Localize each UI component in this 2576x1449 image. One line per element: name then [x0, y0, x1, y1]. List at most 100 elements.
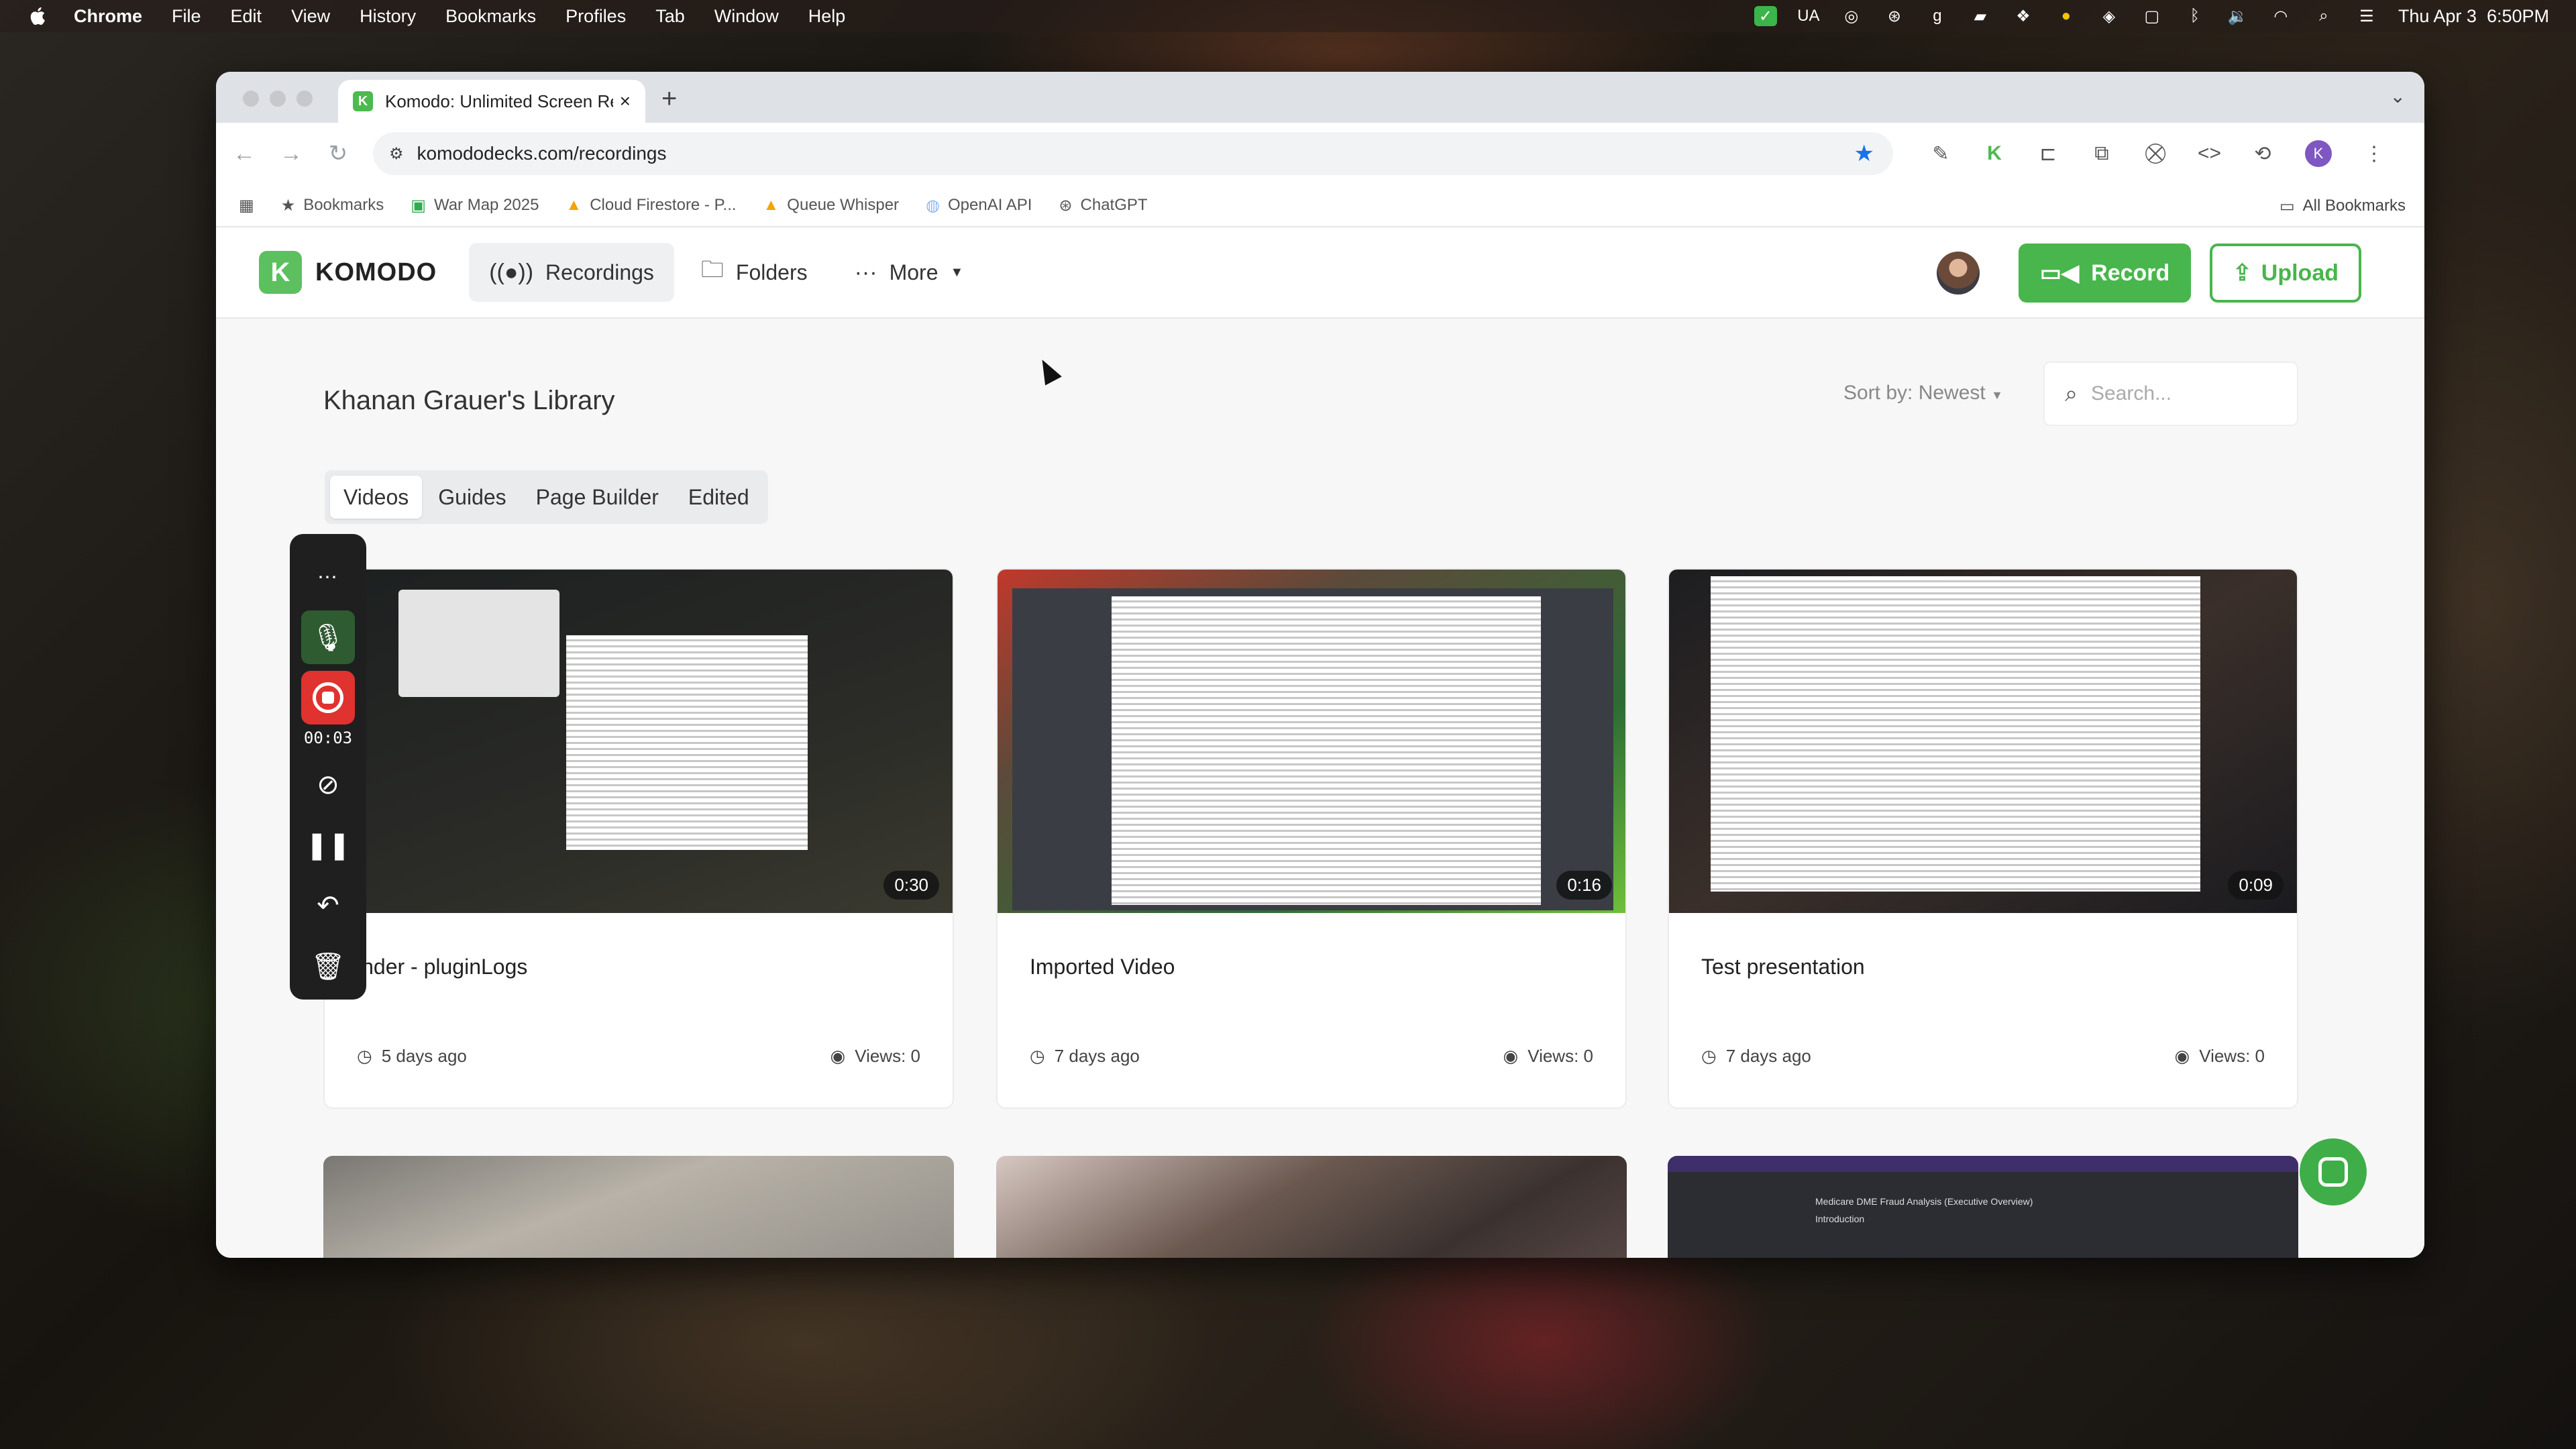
record-button[interactable]: ▭◀ Record — [2018, 244, 2192, 303]
close-tab-icon[interactable]: × — [620, 91, 631, 112]
menu-window[interactable]: Window — [714, 6, 779, 27]
microphone-icon[interactable]: 🎙 — [301, 610, 355, 664]
pause-icon[interactable]: ❚❚ — [301, 818, 355, 872]
komodo-extension-icon[interactable]: K — [1983, 142, 2006, 165]
bookmark-item[interactable]: ⊛ ChatGPT — [1059, 196, 1147, 215]
address-bar[interactable]: ⚙ komododecks.com/recordings ★ — [373, 132, 1893, 175]
bookmark-label: Bookmarks — [303, 196, 384, 214]
green-app-icon[interactable]: ✓ — [1754, 6, 1777, 26]
zoom-window-button[interactable] — [297, 91, 313, 107]
video-title[interactable]: Imported Video — [1030, 955, 1175, 979]
nav-folders[interactable]: 🗀 Folders — [681, 243, 828, 302]
dropbox-icon[interactable]: ❖ — [2012, 6, 2035, 26]
trash-icon[interactable]: 🗑 — [301, 939, 355, 993]
menu-tab[interactable]: Tab — [655, 6, 685, 27]
reload-icon[interactable]: ↻ — [326, 140, 350, 167]
grammarly-icon[interactable]: g — [1926, 6, 1949, 26]
bluetooth-icon[interactable]: ᛒ — [2184, 6, 2206, 26]
video-title[interactable]: Test presentation — [1701, 955, 1865, 979]
display-icon[interactable]: ◈ — [2098, 6, 2121, 26]
history-icon[interactable]: ⟲ — [2251, 142, 2274, 166]
profile-avatar-icon[interactable]: K — [2305, 140, 2332, 167]
bookmark-star-icon[interactable]: ★ — [1854, 140, 1874, 167]
video-thumbnail[interactable]: 0:09 — [1669, 570, 2297, 913]
site-settings-icon[interactable]: ⚙ — [389, 144, 404, 164]
screen-mirror-icon[interactable]: ▢ — [2141, 6, 2163, 26]
video-card[interactable]: 0:30 inder - pluginLogs ◷ 5 days ago ◉ Vie… — [323, 568, 954, 1109]
menu-bookmarks[interactable]: Bookmarks — [445, 6, 536, 27]
chat-support-button[interactable] — [2300, 1138, 2367, 1205]
video-thumbnail[interactable]: 0:16 — [998, 570, 1625, 913]
tab-edited[interactable]: Edited — [675, 476, 763, 519]
drag-handle-icon[interactable]: ⋯ — [301, 550, 355, 604]
back-icon[interactable]: ← — [232, 141, 256, 167]
undo-icon[interactable]: ↶ — [301, 879, 355, 932]
wifi-icon[interactable]: ◠ — [2269, 6, 2292, 26]
incognito-icon[interactable]: ⛒ — [2144, 142, 2167, 165]
video-card[interactable] — [323, 1156, 954, 1258]
apps-grid-icon[interactable]: ▦ — [239, 196, 254, 215]
nav-more[interactable]: ··· More ▼ — [835, 243, 984, 302]
sort-dropdown[interactable]: Sort by: Newest ▼ — [1843, 382, 2003, 405]
extensions-area: ✎ K ⊏ ⧉ ⛒ <> ⟲ K ⋮ — [1929, 140, 2385, 167]
yellow-app-icon[interactable]: ● — [2055, 6, 2078, 26]
tab-guides[interactable]: Guides — [425, 476, 519, 519]
tab-page-builder[interactable]: Page Builder — [523, 476, 672, 519]
clock-icon: ◷ — [357, 1046, 372, 1066]
puzzle-extension-icon[interactable]: ⧉ — [2090, 142, 2113, 165]
menu-app-name[interactable]: Chrome — [74, 6, 142, 27]
video-card[interactable]: 0:09 Test presentation ◷ 7 days ago ◉ View… — [1668, 568, 2298, 1109]
bookmark-item[interactable]: ▲ Cloud Firestore - P... — [566, 196, 736, 215]
video-title[interactable]: inder - pluginLogs — [357, 955, 527, 979]
menu-view[interactable]: View — [291, 6, 330, 27]
all-bookmarks-button[interactable]: ▭ All Bookmarks — [2279, 184, 2406, 227]
bookmark-item[interactable]: ★ Bookmarks — [281, 196, 384, 215]
volume-icon[interactable]: 🔉 — [2226, 6, 2249, 26]
forward-icon[interactable]: → — [279, 141, 303, 167]
pen-extension-icon[interactable]: ✎ — [1929, 142, 1952, 166]
bookmark-label: Queue Whisper — [787, 196, 900, 214]
bookmark-label: ChatGPT — [1080, 196, 1148, 214]
browser-tab-komodo[interactable]: K Komodo: Unlimited Screen Re × — [338, 80, 645, 123]
komodo-logo[interactable]: K KOMODO — [259, 251, 437, 294]
new-tab-icon[interactable]: + — [661, 84, 677, 114]
menu-edit[interactable]: Edit — [231, 6, 262, 27]
more-dots-icon: ··· — [854, 259, 877, 285]
stop-recording-button[interactable] — [301, 671, 355, 724]
sheet-icon: ▣ — [411, 196, 426, 215]
minimize-window-button[interactable] — [270, 91, 286, 107]
chatgpt-icon[interactable]: ◎ — [1840, 6, 1863, 26]
search-input[interactable]: Search... — [2091, 382, 2171, 405]
user-avatar[interactable] — [1936, 252, 1980, 294]
bookmark-item[interactable]: ▲ Queue Whisper — [763, 196, 900, 215]
search-box[interactable]: ⌕ Search... — [2043, 362, 2298, 426]
close-window-button[interactable] — [243, 91, 259, 107]
library-content: Khanan Grauer's Library Sort by: Newest … — [216, 319, 2424, 1258]
search-icon[interactable]: ⌕ — [2312, 6, 2335, 26]
menu-profiles[interactable]: Profiles — [566, 6, 626, 27]
notification-icon[interactable]: ▰ — [1969, 6, 1992, 26]
menu-help[interactable]: Help — [808, 6, 846, 27]
tab-videos[interactable]: Videos — [330, 476, 423, 519]
menu-file[interactable]: File — [172, 6, 201, 27]
openai-icon[interactable]: ⊛ — [1883, 6, 1906, 26]
bookmark-item[interactable]: ◍ OpenAI API — [926, 196, 1032, 215]
tab-search-chevron-icon[interactable]: ⌄ — [2390, 85, 2406, 107]
nav-recordings[interactable]: ((●)) Recordings — [469, 243, 674, 302]
control-center-icon[interactable]: ☰ — [2355, 6, 2378, 26]
bookmark-item[interactable]: ▣ War Map 2025 — [411, 196, 539, 215]
camera-off-icon[interactable]: ⊘ — [301, 758, 355, 812]
video-thumbnail[interactable]: 0:30 — [325, 570, 953, 913]
video-card[interactable]: 0:16 Imported Video ◷ 7 days ago ◉ Views: … — [996, 568, 1627, 1109]
translate-extension-icon[interactable]: ⊏ — [2037, 142, 2059, 166]
menu-history[interactable]: History — [360, 6, 416, 27]
devtools-icon[interactable]: <> — [2198, 142, 2221, 165]
keyboard-layout-indicator[interactable]: UA — [1797, 6, 1820, 26]
video-card[interactable]: Medicare DME Fraud Analysis (Executive O… — [1668, 1156, 2298, 1258]
url-text[interactable]: komododecks.com/recordings — [417, 143, 667, 164]
upload-button[interactable]: ⇪ Upload — [2210, 244, 2361, 303]
apple-icon[interactable] — [27, 5, 50, 28]
video-card[interactable] — [996, 1156, 1627, 1258]
chrome-menu-icon[interactable]: ⋮ — [2363, 142, 2385, 166]
menubar-clock[interactable]: Thu Apr 3 6:50PM — [2398, 6, 2549, 27]
